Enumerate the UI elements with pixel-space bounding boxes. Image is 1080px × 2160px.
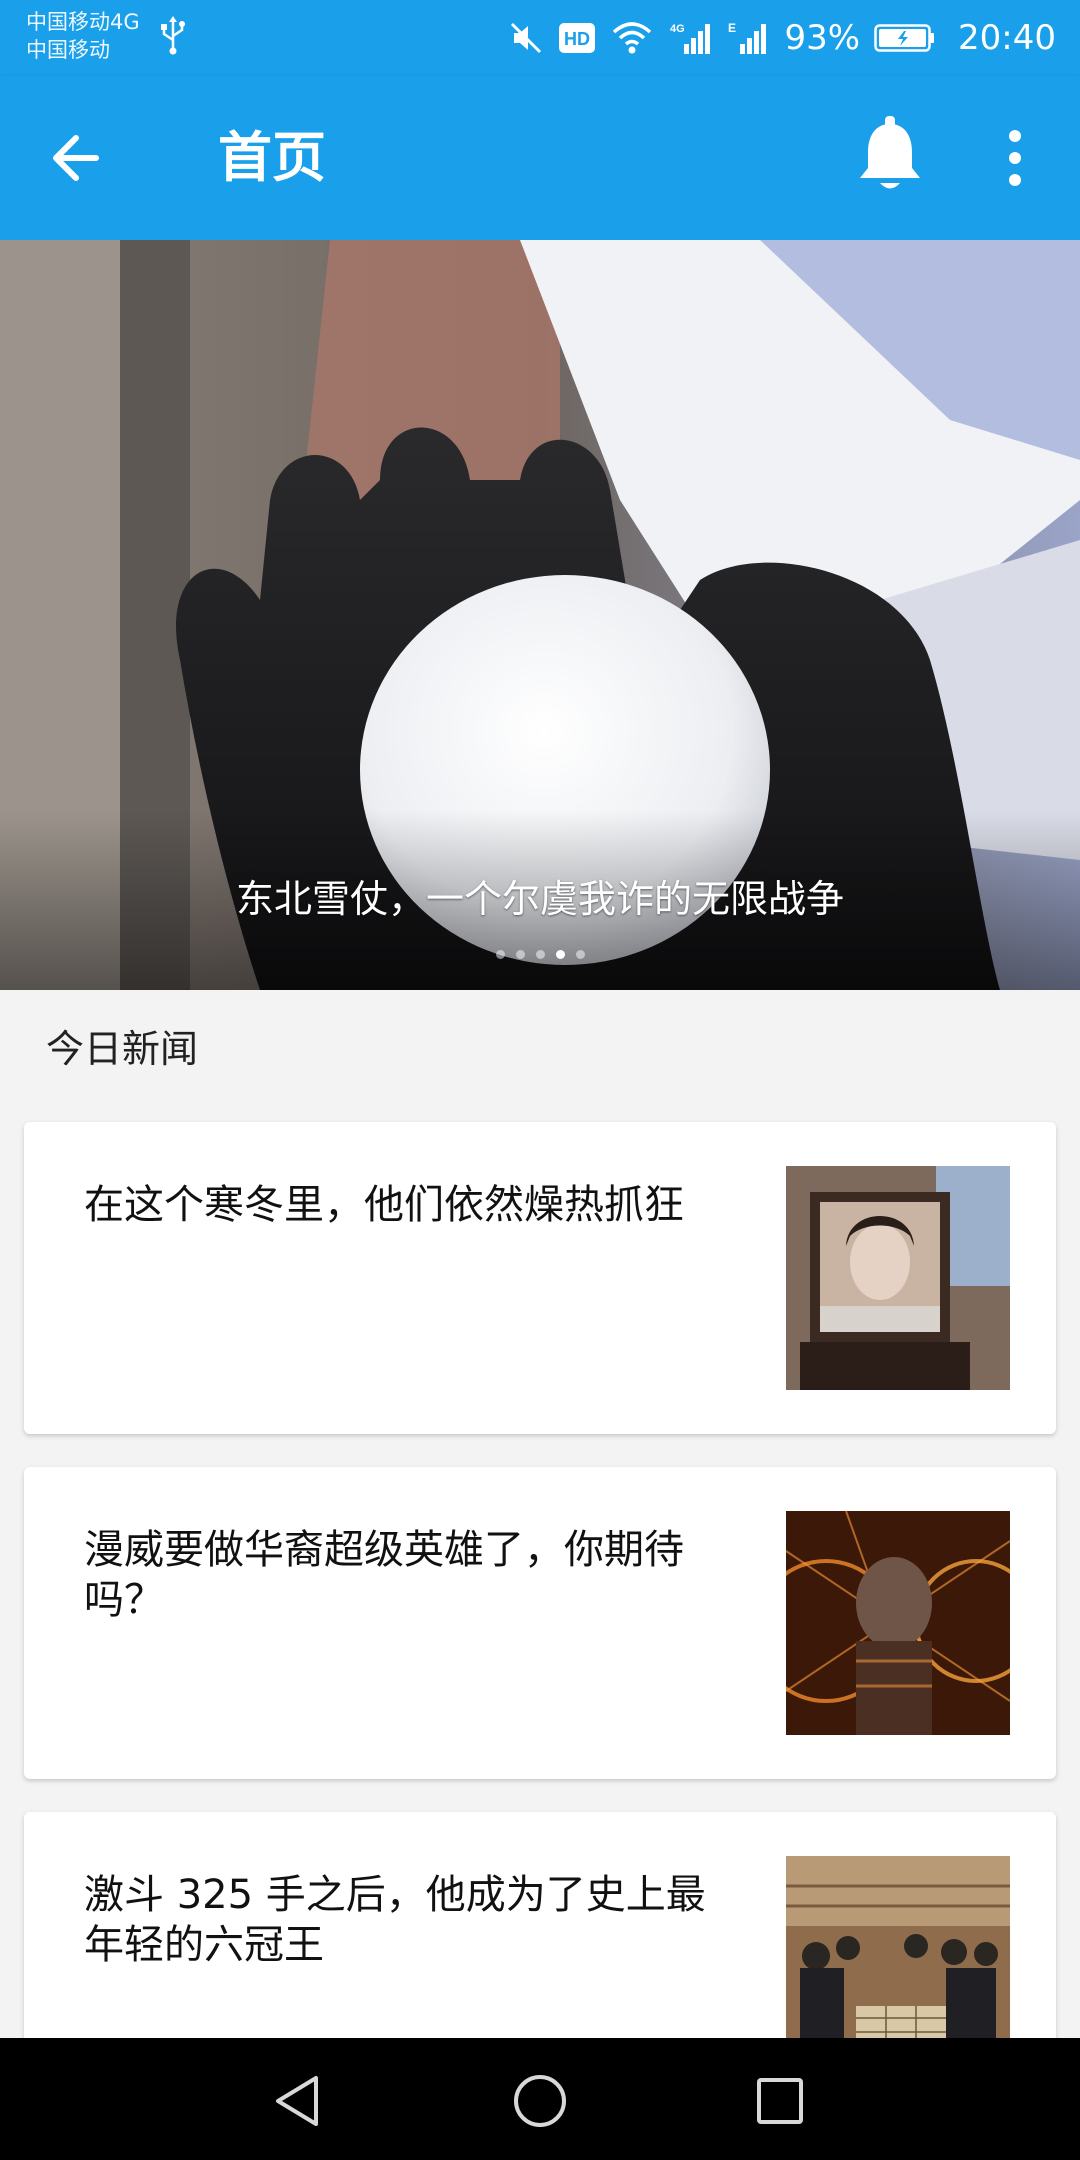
- bell-icon: [860, 116, 920, 189]
- mute-icon: [511, 22, 542, 54]
- svg-text:HD: HD: [564, 29, 590, 49]
- signal-e-icon: E: [728, 21, 767, 54]
- recents-square-icon: [757, 2078, 803, 2124]
- banner-caption: 东北雪仗，一个尔虞我诈的无限战争: [235, 877, 844, 921]
- news-thumbnail: [786, 1166, 1010, 1390]
- home-circle-icon: [514, 2075, 566, 2127]
- usb-icon: [161, 16, 185, 55]
- pagination-dot-active[interactable]: [555, 950, 565, 959]
- news-card[interactable]: 在这个寒冬里，他们依然燥热抓狂: [24, 1122, 1056, 1434]
- news-thumbnail-image: [786, 1166, 1010, 1390]
- signal-4g-icon: 4G: [670, 23, 711, 54]
- carrier-primary: 中国移动4G: [26, 10, 140, 34]
- more-vertical-icon: [1009, 130, 1021, 186]
- carrier-info: 中国移动4G 中国移动: [26, 8, 140, 64]
- nav-back-button[interactable]: [266, 2066, 336, 2136]
- pagination-dot[interactable]: [535, 950, 545, 959]
- wifi-icon: [613, 22, 652, 54]
- battery-icon: [874, 24, 935, 52]
- battery-percent: 93%: [784, 18, 861, 58]
- status-bar: 中国移动4G 中国移动 HD 4G E 93% 20:40: [0, 0, 1080, 76]
- news-card[interactable]: 漫威要做华裔超级英雄了，你期待吗？: [24, 1467, 1056, 1779]
- pagination-dot[interactable]: [515, 950, 525, 959]
- hd-icon: HD: [559, 23, 596, 53]
- system-navigation-bar: [0, 2038, 1080, 2160]
- back-button[interactable]: [44, 122, 124, 194]
- carrier-secondary: 中国移动: [26, 38, 110, 62]
- news-title: 漫威要做华裔超级英雄了，你期待吗？: [84, 1527, 684, 1623]
- clock: 20:40: [958, 18, 1056, 58]
- more-options-button[interactable]: [990, 122, 1040, 192]
- page-title: 首页: [218, 126, 326, 189]
- banner-pagination: [0, 950, 1080, 959]
- nav-recents-button[interactable]: [745, 2066, 815, 2136]
- section-title: 今日新闻: [46, 1027, 199, 1071]
- news-thumbnail: [786, 1511, 1010, 1735]
- app-bar: 首页: [0, 76, 1080, 240]
- status-icons: HD 4G E 93% 20:40: [508, 0, 1056, 76]
- svg-text:4G: 4G: [670, 23, 685, 35]
- news-thumbnail-image: [786, 1511, 1010, 1735]
- pagination-dot[interactable]: [495, 950, 505, 959]
- featured-banner[interactable]: 东北雪仗，一个尔虞我诈的无限战争: [0, 240, 1080, 990]
- notifications-button[interactable]: [852, 112, 928, 198]
- news-card[interactable]: 激斗 325 手之后，他成为了史上最年轻的六冠王: [24, 1812, 1056, 2072]
- arrow-left-icon: [53, 135, 99, 181]
- news-title: 激斗 325 手之后，他成为了史上最年轻的六冠王: [84, 1872, 706, 1968]
- nav-home-button[interactable]: [505, 2066, 575, 2136]
- news-title: 在这个寒冬里，他们依然燥热抓狂: [84, 1182, 684, 1228]
- svg-text:E: E: [728, 21, 736, 35]
- back-triangle-icon: [276, 2076, 318, 2126]
- pagination-dot[interactable]: [575, 950, 585, 959]
